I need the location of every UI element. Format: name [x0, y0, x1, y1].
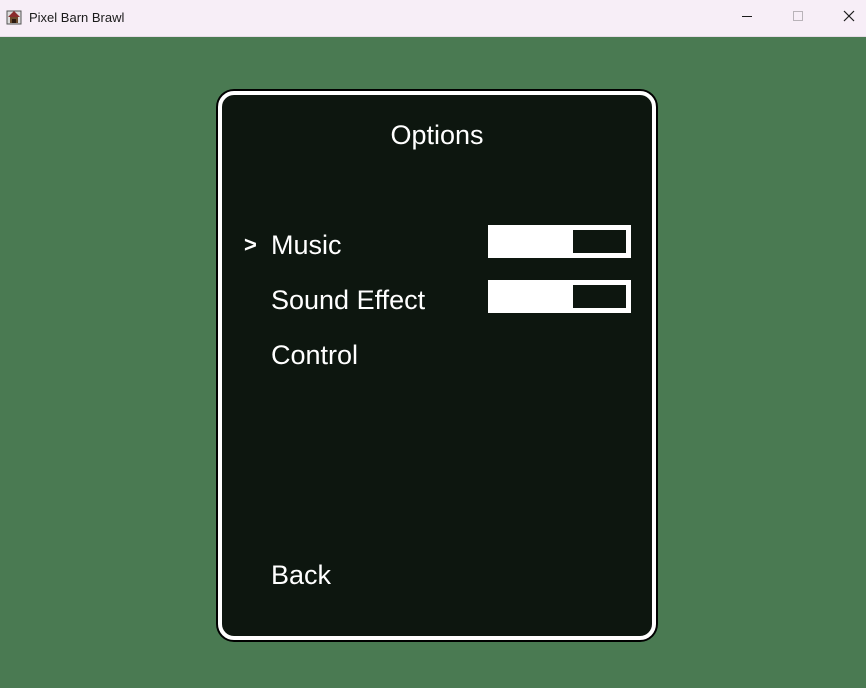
maximize-icon	[792, 9, 804, 27]
minimize-icon	[741, 9, 753, 27]
options-title: Options	[390, 120, 484, 150]
sound-effect-volume-empty-track	[573, 285, 626, 308]
game-window: Pixel Barn Brawl Options > Music Sound E…	[0, 0, 866, 688]
title-bar[interactable]: Pixel Barn Brawl	[0, 0, 866, 37]
minimize-button[interactable]	[724, 0, 770, 36]
menu-item-control[interactable]: Control	[271, 340, 358, 371]
music-volume-slider[interactable]	[488, 225, 631, 258]
sound-effect-volume-slider[interactable]	[488, 280, 631, 313]
close-button[interactable]	[826, 0, 866, 36]
app-icon	[6, 9, 22, 25]
menu-item-back[interactable]: Back	[271, 560, 331, 591]
window-title: Pixel Barn Brawl	[29, 10, 125, 25]
maximize-button[interactable]	[775, 0, 821, 36]
close-icon	[843, 9, 855, 27]
menu-item-sound-effect[interactable]: Sound Effect	[271, 285, 425, 316]
music-volume-empty-track	[573, 230, 626, 253]
menu-item-music[interactable]: Music	[271, 230, 342, 261]
selection-cursor: >	[244, 232, 257, 257]
